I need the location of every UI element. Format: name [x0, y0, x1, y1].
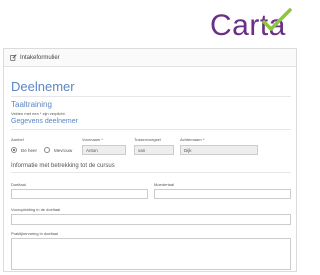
prefix-label: Tussenvoegsel [134, 137, 161, 142]
lastname-input[interactable]: Dijk [180, 145, 258, 155]
carta-logo: Carta [210, 8, 295, 44]
firstname-input[interactable]: Anton [82, 145, 126, 155]
experience-textarea[interactable] [11, 238, 291, 270]
section-participant-heading: Gegevens deelnemer [11, 118, 78, 125]
required-note: Velden met een * zijn verplicht. [11, 111, 66, 116]
mother-language-label: Moedertaal [154, 182, 175, 187]
radio-label-de-heer: De heer [21, 147, 38, 153]
section-divider [11, 129, 291, 130]
prior-education-input[interactable] [11, 214, 291, 225]
page-title: Deelnemer [11, 79, 75, 94]
firstname-label: Voornaam * [82, 137, 103, 142]
title-divider [11, 96, 291, 97]
radio-de-heer[interactable] [11, 147, 17, 153]
radio-mevrouw[interactable] [44, 147, 51, 153]
radio-label-mevrouw: Mevrouw [54, 147, 73, 153]
experience-label: Praktijkervaring in doeltaal [11, 231, 58, 236]
panel-title: Intakeformulier [20, 54, 60, 61]
checkmark-icon [262, 8, 292, 31]
goal-language-input[interactable] [11, 189, 148, 199]
page-subtitle: Taaltraining [11, 100, 52, 109]
gender-label: Aanhef [11, 137, 24, 142]
gender-radio-group: De heer Mevrouw [11, 147, 72, 153]
prior-education-label: Vooropleiding in de doeltaal [11, 207, 61, 212]
edit-icon [10, 54, 17, 61]
panel-header: Intakeformulier [4, 49, 296, 67]
intake-panel: Intakeformulier Deelnemer Taaltraining V… [3, 48, 297, 272]
required-note-text: Velden met een * zijn verplicht. [11, 111, 66, 116]
mother-language-input[interactable] [154, 189, 291, 199]
section-divider [11, 172, 291, 173]
prefix-input[interactable]: van [134, 145, 174, 155]
lastname-label: Achternaam * [180, 137, 205, 142]
section-course-heading: Informatie met betrekking tot de cursus [11, 163, 115, 169]
goal-language-label: Doeltaal [11, 182, 26, 187]
